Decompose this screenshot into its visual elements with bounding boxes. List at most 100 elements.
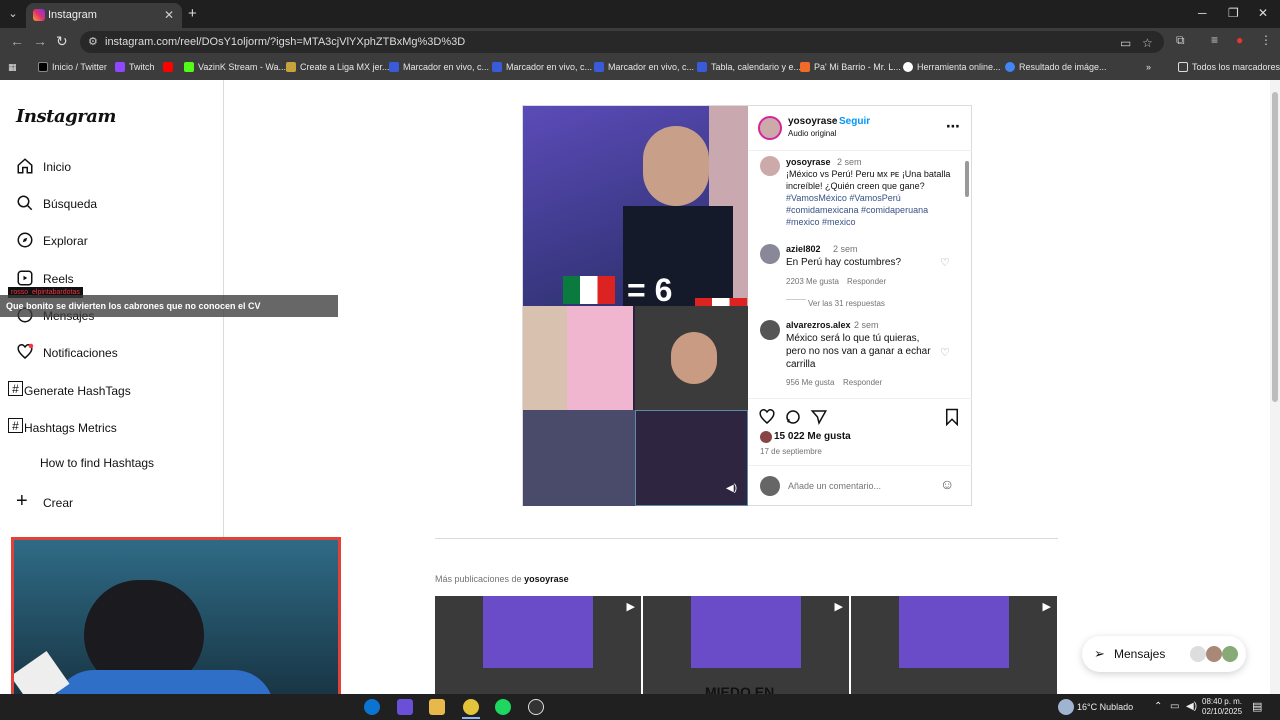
page-scroll-thumb[interactable] [1272,92,1278,402]
comment-reply[interactable]: Responder [843,378,882,387]
comment-reply[interactable]: Responder [847,277,886,286]
compass-icon [17,232,33,248]
comment-avatar[interactable] [760,244,780,264]
comment-bubble-icon[interactable] [784,408,802,426]
share-paper-plane-icon[interactable] [810,408,828,426]
bookmark-marcador-3[interactable]: Marcador en vivo, c... [594,62,694,72]
spotify-icon[interactable] [495,699,511,715]
bookmark-google-images[interactable]: Resultado de imáge... [1005,62,1107,72]
reel-badge-icon: ▶ [834,601,843,613]
author-username[interactable]: yosoyrase [788,116,837,127]
bookmark-liga-mx[interactable]: Create a Liga MX jer... [286,62,390,72]
address-bar[interactable]: ⚙ instagram.com/reel/DOsY1oljorm/?igsh=M… [80,31,1164,53]
bookmark-pa-mi-barrio[interactable]: Pa' Mi Barrio - Mr. L... [800,62,901,72]
profile-icon[interactable]: ● [1236,33,1243,47]
bookmark-marcador-1[interactable]: Marcador en vivo, c... [389,62,489,72]
bookmark-twitter[interactable]: Inicio / Twitter [38,62,107,72]
bookmark-star-icon[interactable]: ☆ [1142,36,1153,50]
file-explorer-icon[interactable] [429,699,445,715]
emoji-icon[interactable]: ☺ [940,476,954,492]
bookmarks-overflow-icon[interactable]: » [1146,62,1151,72]
edge-icon[interactable] [364,699,380,715]
volume-icon[interactable]: ◀) [726,483,737,494]
weather-icon[interactable] [1058,699,1074,715]
bookmark-tabla[interactable]: Tabla, calendario y e... [697,62,801,72]
apps-icon[interactable]: ▦ [8,62,17,73]
windows-taskbar: 16°C Nublado ⌃ ▭ ◀) 08:40 p. m. 02/10/20… [0,694,1280,720]
notifications-icon[interactable]: ▤ [1252,700,1262,713]
more-post-thumbnail[interactable]: ▶ MIEDO EN [643,596,849,694]
streamer-face [643,126,709,206]
header-divider [748,150,972,151]
like-heart-icon[interactable] [758,408,776,426]
instagram-logo[interactable]: Instagram [16,106,116,127]
reel-video[interactable]: = 6 3 ◀) [523,106,748,506]
close-window-icon[interactable]: ✕ [1258,6,1268,20]
comment-username[interactable]: alvarezros.alex [786,320,851,330]
media-controls-icon[interactable]: ≡ [1211,33,1218,47]
caption-avatar[interactable] [760,156,780,176]
comment-avatar[interactable] [760,320,780,340]
reload-icon[interactable]: ↻ [56,33,68,50]
more-post-thumbnail[interactable]: ▶ [851,596,1057,694]
comments-scroll-thumb[interactable] [965,161,969,197]
forward-icon[interactable]: → [33,33,47,49]
close-tab-icon[interactable]: ✕ [164,8,174,22]
more-post-thumbnail[interactable]: ▶ [435,596,641,694]
extensions-icon[interactable]: ⧉ [1176,33,1185,48]
tray-chevron-icon[interactable]: ⌃ [1154,701,1162,712]
comments-scrollbar[interactable] [964,151,970,395]
comment-likes[interactable]: 2203 Me gusta [786,277,839,286]
obs-icon[interactable] [528,699,544,715]
follow-button[interactable]: Seguir [839,116,870,127]
active-app-indicator [462,717,480,719]
messages-pill[interactable]: ➢ Mensajes [1082,636,1246,672]
minimize-icon[interactable]: ─ [1198,6,1207,20]
bookmarks-bar: ▦ Inicio / Twitter Twitch VazinK Stream … [0,55,1280,80]
bookmark-marcador-2[interactable]: Marcador en vivo, c... [492,62,592,72]
likes-count[interactable]: 15 022 Me gusta [774,431,851,442]
more-options-icon[interactable]: ⋯ [946,118,960,135]
all-bookmarks-folder[interactable]: Todos los marcadores [1178,62,1280,72]
audio-label[interactable]: Audio original [788,129,836,138]
chrome-icon[interactable] [463,699,479,715]
x-logo-icon [38,62,48,72]
site-info-icon[interactable]: ⚙ [88,35,98,48]
back-icon[interactable]: ← [10,33,24,49]
author-avatar[interactable] [758,116,782,140]
view-replies[interactable]: Ver las 31 respuestas [808,299,885,308]
reel-badge-icon: ▶ [1042,601,1051,613]
install-app-icon[interactable]: ▭ [1120,36,1131,50]
maximize-icon[interactable]: ❐ [1228,6,1239,20]
new-tab-icon[interactable]: + [188,5,197,22]
tab-search-icon[interactable]: ⌄ [4,5,22,23]
tab-instagram[interactable]: Instagram ✕ [26,3,182,28]
bookmark-kick[interactable]: VazinK Stream - Wa... [184,62,286,72]
browser-menu-icon[interactable]: ⋮ [1260,33,1272,47]
comment-time: 2 sem [854,320,879,330]
url-text[interactable]: instagram.com/reel/DOsY1oljorm/?igsh=MTA… [105,36,465,48]
post-date[interactable]: 17 de septiembre [760,447,822,456]
caption-username[interactable]: yosoyrase [786,157,831,167]
clock-date[interactable]: 02/10/2025 [1202,707,1242,716]
bookmark-youtube[interactable] [163,62,177,72]
bookmark-herramienta[interactable]: Herramienta online... [903,62,1001,72]
page-icon [800,62,810,72]
more-posts-heading: Más publicaciones de yosoyrase [435,574,569,584]
bookmark-twitch[interactable]: Twitch [115,62,155,72]
comment-input[interactable] [788,478,928,494]
volume-tray-icon[interactable]: ◀) [1186,701,1197,712]
browser-tab-strip: ⌄ Instagram ✕ + ─ ❐ ✕ [0,0,1280,28]
network-icon[interactable]: ▭ [1170,701,1179,712]
caption-hashtags[interactable]: #VamosMéxico #VamosPerú #comidamexicana … [786,193,928,227]
comment-likes[interactable]: 956 Me gusta [786,378,834,387]
more-posts-username[interactable]: yosoyrase [524,574,569,584]
comment-username[interactable]: aziel802 [786,244,821,254]
comment-like-icon[interactable]: ♡ [940,256,950,269]
page-scrollbar[interactable] [1270,80,1280,694]
discord-icon[interactable] [397,699,413,715]
comment-like-icon[interactable]: ♡ [940,346,950,359]
save-bookmark-icon[interactable] [944,408,960,426]
weather-text[interactable]: 16°C Nublado [1077,702,1133,712]
clock-time[interactable]: 08:40 p. m. [1202,697,1242,706]
